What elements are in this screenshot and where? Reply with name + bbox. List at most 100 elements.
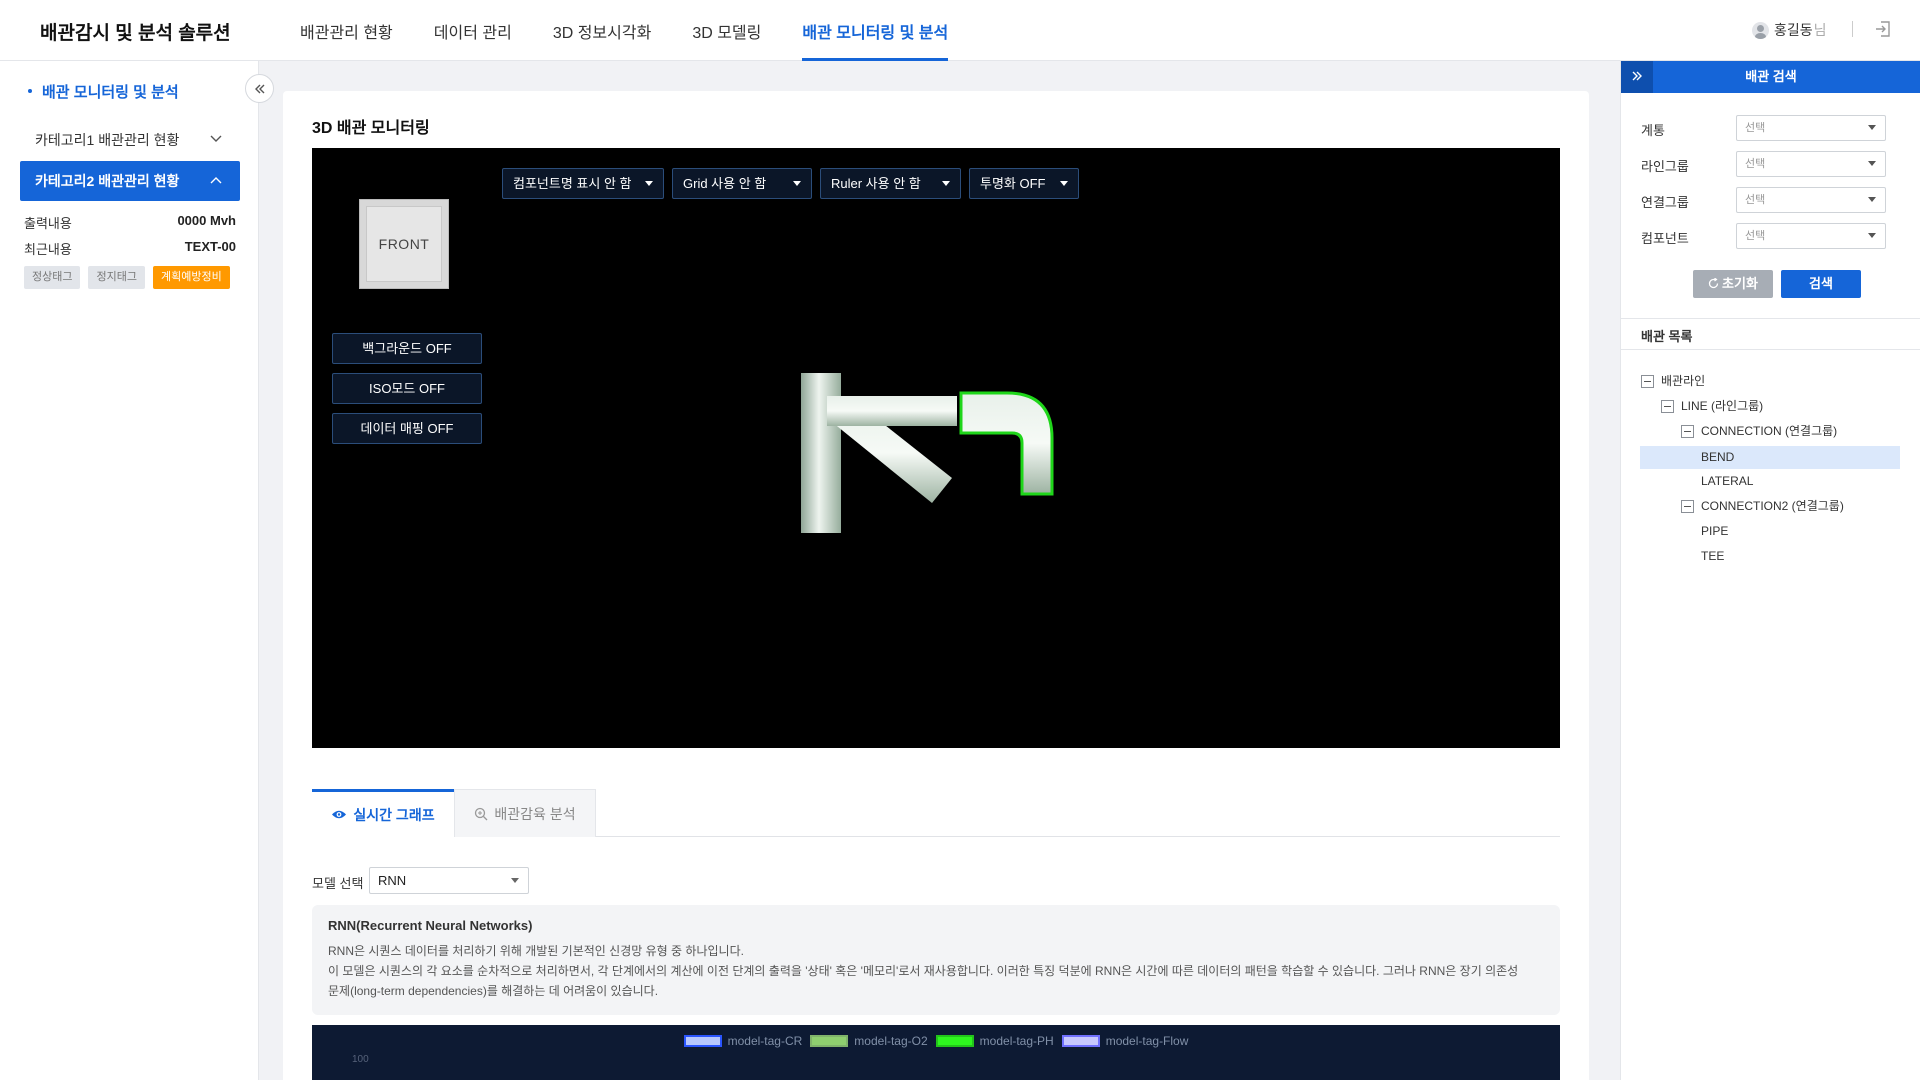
legend-item-cr[interactable]: model-tag-CR [683, 1034, 802, 1048]
reset-button[interactable]: 초기화 [1693, 270, 1773, 298]
description-line: 이 모델은 시퀀스의 각 요소를 순차적으로 처리하면서, 각 단계에서의 계산… [328, 964, 1519, 978]
divider [1621, 349, 1920, 350]
brand-title[interactable]: 배관감시 및 분석 솔루션 [40, 18, 231, 45]
iso-mode-toggle-button[interactable]: ISO모드 OFF [332, 373, 482, 404]
filter-label: 컴포넌트 [1641, 231, 1689, 246]
chart-legend: model-tag-CR model-tag-O2 model-tag-PH m… [312, 1034, 1560, 1048]
ruler-select[interactable]: Ruler 사용 안 함 [820, 168, 961, 199]
caret-down-icon [645, 181, 653, 186]
tab-thinning-analysis[interactable]: 배관감육 분석 [454, 789, 596, 837]
tree-label: LATERAL [1701, 474, 1754, 488]
y-tick-label: 100 [352, 1054, 369, 1065]
legend-item-o2[interactable]: model-tag-O2 [810, 1034, 928, 1048]
main-nav: 배관관리 현황 데이터 관리 3D 정보시각화 3D 모델링 배관 모니터링 및… [300, 0, 989, 61]
refresh-icon [1708, 271, 1719, 299]
filter-component-select[interactable]: 선택 [1736, 223, 1886, 249]
tree-label: CONNECTION2 (연결그룹) [1701, 499, 1844, 513]
filter-system-select[interactable]: 선택 [1736, 115, 1886, 141]
legend-label: model-tag-O2 [854, 1034, 928, 1048]
header-divider [1852, 21, 1853, 37]
pipe-model[interactable] [312, 148, 1560, 748]
caret-down-icon [1868, 233, 1876, 238]
legend-item-flow[interactable]: model-tag-Flow [1061, 1034, 1188, 1048]
category-1-label: 카테고리1 배관관리 현황 [35, 132, 180, 148]
transparency-select[interactable]: 투명화 OFF [969, 168, 1079, 199]
panel-expand-button[interactable] [1621, 61, 1653, 93]
user-info[interactable]: 홍길동 님 [1752, 20, 1827, 40]
nav-pipe-status[interactable]: 배관관리 현황 [300, 0, 393, 61]
filter-component: 컴포넌트 선택 [1641, 223, 1911, 249]
data-mapping-toggle-button[interactable]: 데이터 매핑 OFF [332, 413, 482, 444]
tag-normal: 정상태그 [24, 266, 81, 289]
status-tags: 정상태그 정지태그 계획예방정비 [24, 266, 230, 289]
info-row-recent: 최근내용 TEXT-00 [24, 239, 236, 258]
caret-down-icon [1868, 161, 1876, 166]
main-panel: 3D 배관 모니터링 FRONT 백그라운드 OFF ISO모드 OFF 데이터… [283, 91, 1589, 1080]
tree-node-connection2[interactable]: CONNECTION2 (연결그룹) [1681, 495, 1844, 517]
tag-stopped: 정지태그 [88, 266, 145, 289]
tree-label: CONNECTION (연결그룹) [1701, 424, 1838, 438]
tree-label: LINE (라인그룹) [1681, 399, 1764, 413]
collapse-toggle-icon[interactable] [1661, 399, 1674, 413]
user-suffix: 님 [1813, 22, 1827, 38]
legend-item-ph[interactable]: model-tag-PH [935, 1034, 1054, 1048]
tree-node-connection[interactable]: CONNECTION (연결그룹) [1681, 420, 1837, 442]
view-cube[interactable]: FRONT [359, 199, 449, 289]
tree-selection-highlight [1640, 446, 1900, 469]
tree-leaf-bend[interactable]: BEND [1701, 446, 1734, 468]
nav-monitoring-analysis[interactable]: 배관 모니터링 및 분석 [802, 0, 948, 61]
tab-realtime-graph[interactable]: 실시간 그래프 [312, 789, 454, 837]
analysis-tabs: 실시간 그래프 배관감육 분석 [312, 789, 1560, 837]
right-panel: 배관 검색 계통 선택 라인그룹 선택 연결그룹 선택 컴포넌트 선택 초기화 … [1620, 61, 1920, 1080]
tree-leaf-lateral[interactable]: LATERAL [1701, 470, 1753, 492]
filter-system: 계통 선택 [1641, 115, 1911, 141]
filter-connection-group-select[interactable]: 선택 [1736, 187, 1886, 213]
logout-icon[interactable] [1874, 20, 1892, 38]
legend-swatch [810, 1035, 849, 1047]
tree-node-root[interactable]: 배관라인 [1641, 370, 1705, 392]
tree-leaf-pipe[interactable]: PIPE [1701, 520, 1728, 542]
3d-viewer[interactable]: FRONT 백그라운드 OFF ISO모드 OFF 데이터 매핑 OFF 컴포넌… [312, 148, 1560, 748]
model-description: RNN(Recurrent Neural Networks) RNN은 시퀀스 … [312, 905, 1560, 1015]
info-row-output: 출력내용 0000 Mvh [24, 213, 236, 232]
tree-leaf-tee[interactable]: TEE [1701, 545, 1724, 567]
filter-line-group-select[interactable]: 선택 [1736, 151, 1886, 177]
nav-3d-visualization[interactable]: 3D 정보시각화 [553, 0, 652, 61]
description-line: 문제(long-term dependencies)를 해결하는 데 어려움이 … [328, 984, 659, 998]
category-2-label: 카테고리2 배관관리 현황 [35, 173, 180, 189]
zoom-search-icon [474, 807, 488, 821]
left-sidebar: 배관 모니터링 및 분석 카테고리1 배관관리 현황 카테고리2 배관관리 현황… [0, 61, 259, 1080]
collapse-toggle-icon[interactable] [1681, 499, 1694, 513]
realtime-chart[interactable]: model-tag-CR model-tag-O2 model-tag-PH m… [312, 1025, 1560, 1080]
select-value: 선택 [1745, 158, 1766, 170]
legend-swatch [683, 1035, 722, 1047]
caret-down-icon [1868, 197, 1876, 202]
filter-label: 계통 [1641, 123, 1665, 138]
select-value: 선택 [1745, 194, 1766, 206]
user-name: 홍길동 [1774, 22, 1813, 38]
nav-data-management[interactable]: 데이터 관리 [434, 0, 512, 61]
legend-swatch [1061, 1035, 1100, 1047]
component-name-select[interactable]: 컴포넌트명 표시 안 함 [502, 168, 664, 199]
background-toggle-button[interactable]: 백그라운드 OFF [332, 333, 482, 364]
filter-connection-group: 연결그룹 선택 [1641, 187, 1911, 213]
select-value: 선택 [1745, 230, 1766, 242]
tab-label: 배관감육 분석 [494, 805, 576, 822]
sidebar-category-2[interactable]: 카테고리2 배관관리 현황 [20, 161, 240, 201]
filter-label: 라인그룹 [1641, 159, 1689, 174]
page-title: 3D 배관 모니터링 [312, 120, 430, 137]
sidebar-category-1[interactable]: 카테고리1 배관관리 현황 [20, 123, 240, 157]
sidebar-collapse-button[interactable] [245, 74, 274, 103]
description-title: RNN(Recurrent Neural Networks) [328, 918, 533, 933]
legend-label: model-tag-PH [979, 1034, 1054, 1048]
collapse-toggle-icon[interactable] [1641, 374, 1654, 388]
legend-swatch [935, 1035, 974, 1047]
model-select[interactable]: RNN [369, 867, 529, 894]
collapse-toggle-icon[interactable] [1681, 424, 1694, 438]
pipe-list-title: 배관 목록 [1641, 329, 1693, 344]
grid-select[interactable]: Grid 사용 안 함 [672, 168, 812, 199]
tree-node-line[interactable]: LINE (라인그룹) [1661, 395, 1763, 417]
nav-3d-modeling[interactable]: 3D 모델링 [692, 0, 761, 61]
search-button[interactable]: 검색 [1781, 270, 1861, 298]
filter-line-group: 라인그룹 선택 [1641, 151, 1911, 177]
